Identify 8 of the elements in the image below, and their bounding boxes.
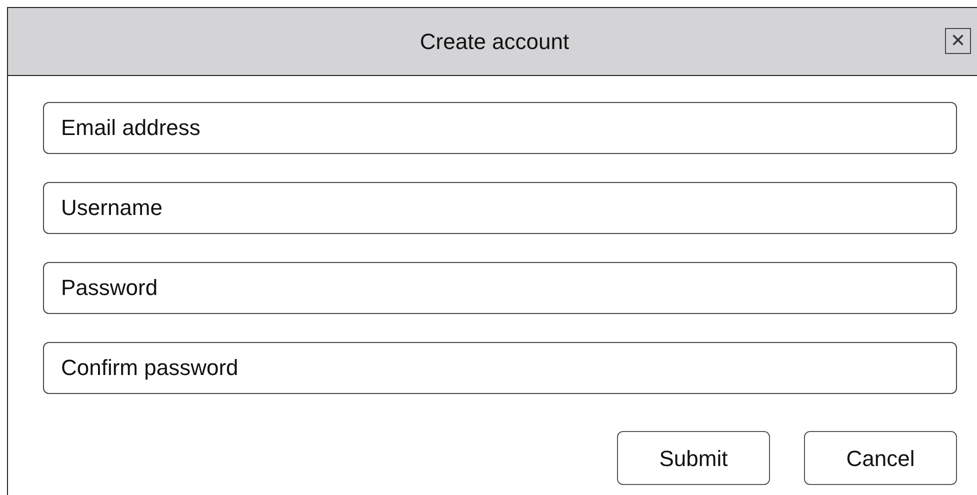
- cancel-button[interactable]: Cancel: [804, 431, 957, 485]
- close-button[interactable]: ×: [945, 28, 971, 54]
- input-field[interactable]: Email address: [43, 102, 957, 154]
- input-field[interactable]: Password: [43, 262, 957, 314]
- submit-button[interactable]: Submit: [617, 431, 770, 485]
- input-field[interactable]: Confirm password: [43, 342, 957, 394]
- window-title: Create account: [420, 28, 570, 56]
- input-field[interactable]: Username: [43, 182, 957, 234]
